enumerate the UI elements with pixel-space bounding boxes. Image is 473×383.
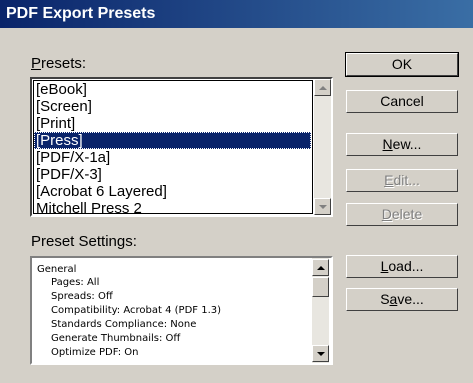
settings-line-spreads: Spreads: Off — [51, 291, 113, 302]
triangle-down-icon — [316, 351, 325, 356]
triangle-down-icon — [318, 204, 327, 209]
save-button[interactable]: Save... — [346, 288, 458, 311]
settings-line-thumbnails: Generate Thumbnails: Off — [51, 333, 181, 344]
preset-item-screen[interactable]: [Screen] — [34, 98, 331, 115]
title-bar: PDF Export Presets — [0, 0, 473, 28]
new-button-label-rest: ew... — [392, 136, 422, 152]
load-button[interactable]: Load... — [346, 255, 458, 278]
ok-button[interactable]: OK — [345, 52, 459, 77]
window-title: PDF Export Presets — [6, 5, 156, 22]
preset-item-ebook[interactable]: [eBook] — [34, 81, 331, 98]
presets-listbox[interactable]: [eBook] [Screen] [Print] [Press] [PDF/X-… — [30, 77, 333, 217]
triangle-up-icon — [316, 265, 325, 270]
settings-scroll-thumb[interactable] — [312, 277, 329, 297]
settings-scrollbar[interactable] — [312, 258, 329, 363]
settings-line-standards: Standards Compliance: None — [51, 319, 197, 330]
edit-button-label-rest: dit... — [393, 172, 420, 188]
edit-button[interactable]: Edit... — [346, 169, 458, 192]
presets-scrollbar[interactable] — [314, 79, 331, 215]
preset-item-pdfx1a[interactable]: [PDF/X-1a] — [34, 149, 331, 166]
cancel-button[interactable]: Cancel — [346, 90, 458, 113]
load-button-label-rest: oad... — [388, 258, 424, 274]
preset-settings-label: Preset Settings: — [31, 233, 137, 250]
preset-item-mitchell-press-2[interactable]: Mitchell Press 2 — [34, 200, 331, 215]
triangle-up-icon — [318, 85, 327, 90]
settings-line-optimize: Optimize PDF: On — [51, 347, 139, 358]
presets-scroll-up-button[interactable] — [314, 79, 331, 96]
settings-line-general: General — [37, 264, 77, 275]
delete-button-label-rest: elete — [391, 206, 423, 222]
preset-item-pdfx3[interactable]: [PDF/X-3] — [34, 166, 331, 183]
presets-label: Presets: — [31, 55, 87, 72]
new-button[interactable]: New... — [346, 133, 458, 156]
preset-item-print[interactable]: [Print] — [34, 115, 331, 132]
save-button-label-rest: ve... — [397, 291, 424, 307]
presets-scroll-down-button[interactable] — [314, 198, 331, 215]
preset-item-acrobat6-layered[interactable]: [Acrobat 6 Layered] — [34, 183, 331, 200]
settings-scroll-up-button[interactable] — [312, 259, 329, 276]
preset-settings-box[interactable]: General Pages: All Spreads: Off Compatib… — [30, 256, 333, 365]
settings-line-compatibility: Compatibility: Acrobat 4 (PDF 1.3) — [51, 305, 222, 316]
settings-scroll-down-button[interactable] — [312, 345, 329, 362]
preset-item-press[interactable]: [Press] — [34, 132, 311, 149]
presets-label-rest: resets: — [41, 55, 87, 72]
settings-line-pages: Pages: All — [51, 277, 100, 288]
delete-button[interactable]: Delete — [346, 203, 458, 226]
